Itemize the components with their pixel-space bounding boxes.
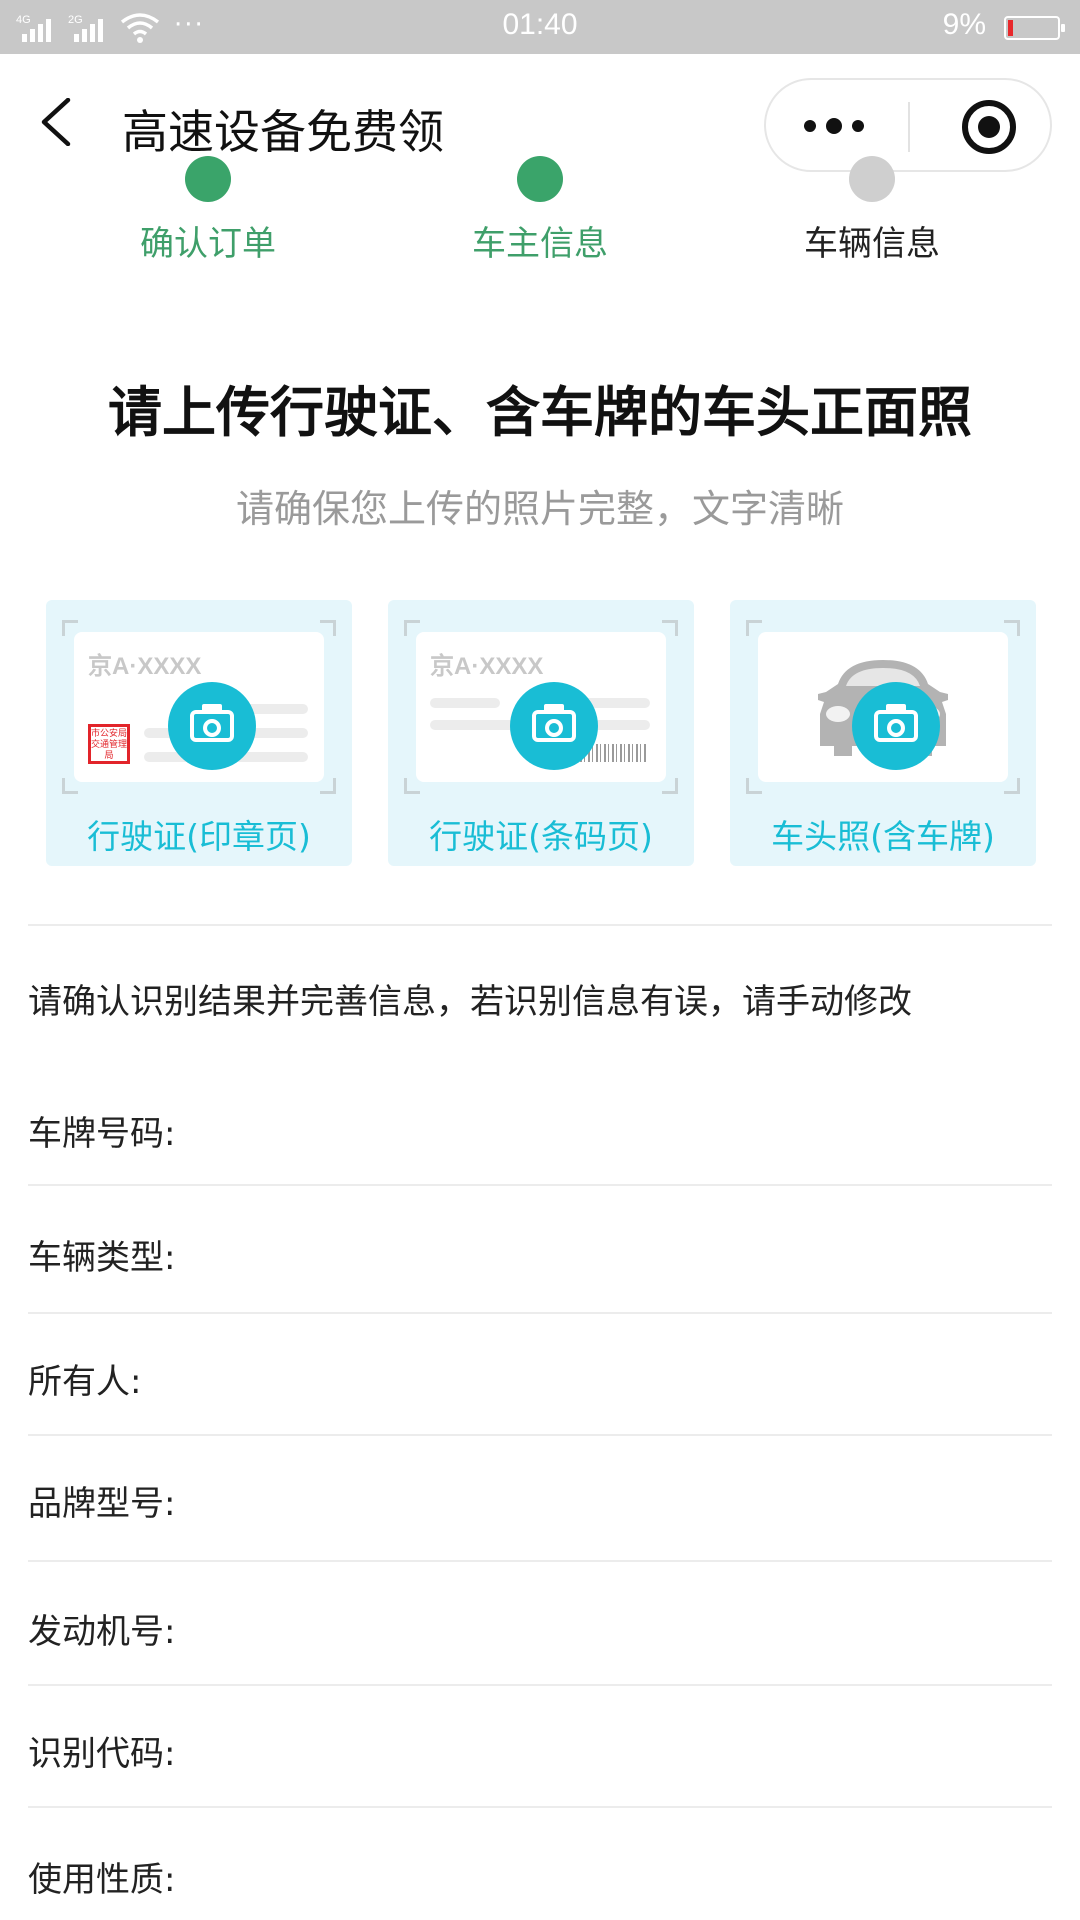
sample-plate-text: 京A·XXXX: [88, 653, 202, 680]
photo-frame: 京A·XXXX: [404, 620, 678, 794]
card-label: 行驶证(条码页): [429, 817, 653, 856]
clock: 01:40: [502, 8, 578, 41]
step-owner-info: 车主信息: [410, 156, 670, 264]
field-usage-nature[interactable]: 使用性质:: [28, 1852, 1052, 1912]
more-options-icon[interactable]: [802, 106, 876, 146]
photo-frame: [746, 620, 1020, 794]
step-vehicle-info: 车辆信息: [742, 156, 1002, 264]
step-label: 确认订单: [140, 224, 276, 264]
camera-icon[interactable]: [168, 682, 256, 770]
field-vehicle-type[interactable]: 车辆类型:: [28, 1230, 1052, 1314]
recognition-hint: 请确认识别结果并完善信息，若识别信息有误，请手动修改: [28, 982, 912, 1022]
field-label: 车牌号码:: [28, 1114, 176, 1154]
field-engine-number[interactable]: 发动机号:: [28, 1604, 1052, 1686]
page-title: 高速设备免费领: [122, 105, 444, 159]
back-icon[interactable]: [38, 97, 78, 147]
field-label: 所有人:: [28, 1362, 142, 1402]
step-done-dot: [185, 156, 231, 202]
upload-car-front-photo[interactable]: 车头照(含车牌): [730, 600, 1036, 866]
status-bar: 4G 2G ··· 01:40 9%: [0, 0, 1080, 54]
mini-program-capsule: [764, 78, 1052, 172]
battery-percent: 9%: [942, 8, 986, 41]
field-plate-number[interactable]: 车牌号码:: [28, 1106, 1052, 1186]
upload-license-barcode-page[interactable]: 京A·XXXX 行驶证(条码页): [388, 600, 694, 866]
capsule-divider: [908, 102, 910, 152]
photo-frame: 京A·XXXX 市公安局交通管理局: [62, 620, 336, 794]
step-label: 车辆信息: [804, 224, 940, 264]
field-owner[interactable]: 所有人:: [28, 1354, 1052, 1436]
step-confirm-order: 确认订单: [78, 156, 338, 264]
field-label: 发动机号:: [28, 1612, 176, 1652]
field-label: 品牌型号:: [28, 1484, 176, 1524]
close-mini-program-icon[interactable]: [962, 100, 1016, 154]
sample-plate-text: 京A·XXXX: [430, 653, 544, 680]
field-label: 使用性质:: [28, 1860, 176, 1900]
upload-license-seal-page[interactable]: 京A·XXXX 市公安局交通管理局 行驶证(印章页): [46, 600, 352, 866]
upload-subheading: 请确保您上传的照片完整，文字清晰: [235, 487, 844, 531]
field-brand-model[interactable]: 品牌型号:: [28, 1476, 1052, 1562]
step-label: 车主信息: [472, 224, 608, 264]
camera-icon[interactable]: [510, 682, 598, 770]
card-label: 车头照(含车牌): [771, 817, 995, 856]
camera-icon[interactable]: [852, 682, 940, 770]
seal-stamp: 市公安局交通管理局: [88, 724, 130, 764]
field-vin[interactable]: 识别代码:: [28, 1726, 1052, 1808]
step-done-dot: [517, 156, 563, 202]
battery-icon: [1004, 16, 1065, 40]
field-label: 车辆类型:: [28, 1238, 176, 1278]
upload-heading: 请上传行驶证、含车牌的车头正面照: [108, 381, 972, 444]
step-current-dot: [849, 156, 895, 202]
card-label: 行驶证(印章页): [87, 817, 311, 856]
section-divider: [28, 924, 1052, 926]
field-label: 识别代码:: [28, 1734, 176, 1774]
